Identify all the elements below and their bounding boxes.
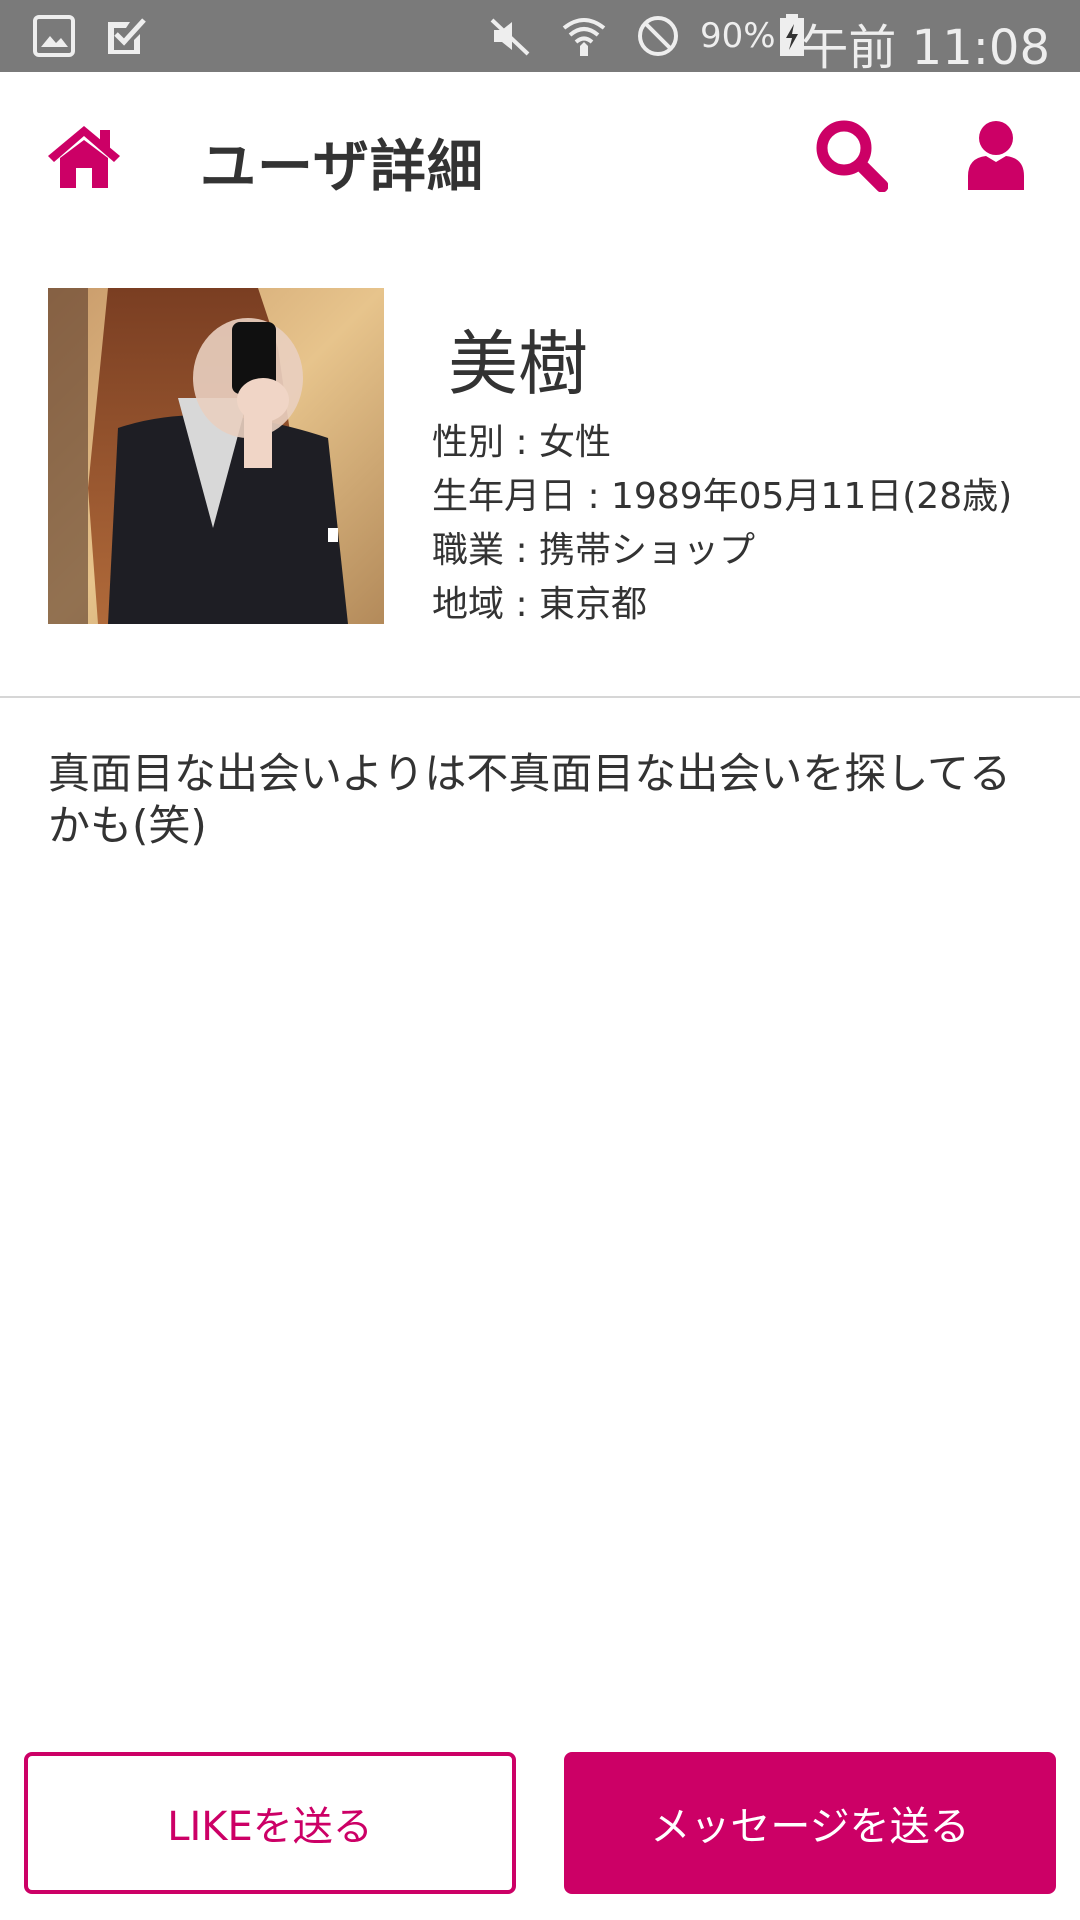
region-row: 地域 : 東京都 [432,584,648,625]
page-title: ユーザ詳細 [200,135,484,200]
birthday-row: 生年月日 : 1989年05月11日(28歳) [432,476,1013,517]
profile-photo [48,288,384,624]
gender-row: 性別 : 女性 [432,422,612,463]
task-check-icon [108,18,146,54]
user-name: 美樹 [448,323,588,405]
status-bar: 90% 午前 11:08 [0,0,1080,76]
profile-bio: 真面目な出会いよりは不真面目な出会いを探してるかも(笑) [48,749,1012,850]
profile-section: 美樹 性別 : 女性 生年月日 : 1989年05月11日(28歳) 職業 : … [0,244,1080,698]
wifi-icon [562,18,606,56]
clock: 午前 11:08 [800,20,1050,76]
search-icon[interactable] [814,118,888,192]
gallery-icon [33,15,75,57]
do-not-disturb-icon [638,16,678,56]
user-icon[interactable] [966,120,1026,190]
battery-percentage: 90% [700,16,776,56]
send-like-button[interactable]: LIKEを送る [24,1752,516,1894]
send-message-button[interactable]: メッセージを送る [564,1752,1056,1894]
mute-icon [490,18,530,56]
occupation-row: 職業 : 携帯ショップ [432,530,756,571]
app-header: ユーザ詳細 [0,72,1080,244]
profile-info: 美樹 性別 : 女性 生年月日 : 1989年05月11日(28歳) 職業 : … [432,322,1012,632]
home-icon[interactable] [46,122,122,190]
